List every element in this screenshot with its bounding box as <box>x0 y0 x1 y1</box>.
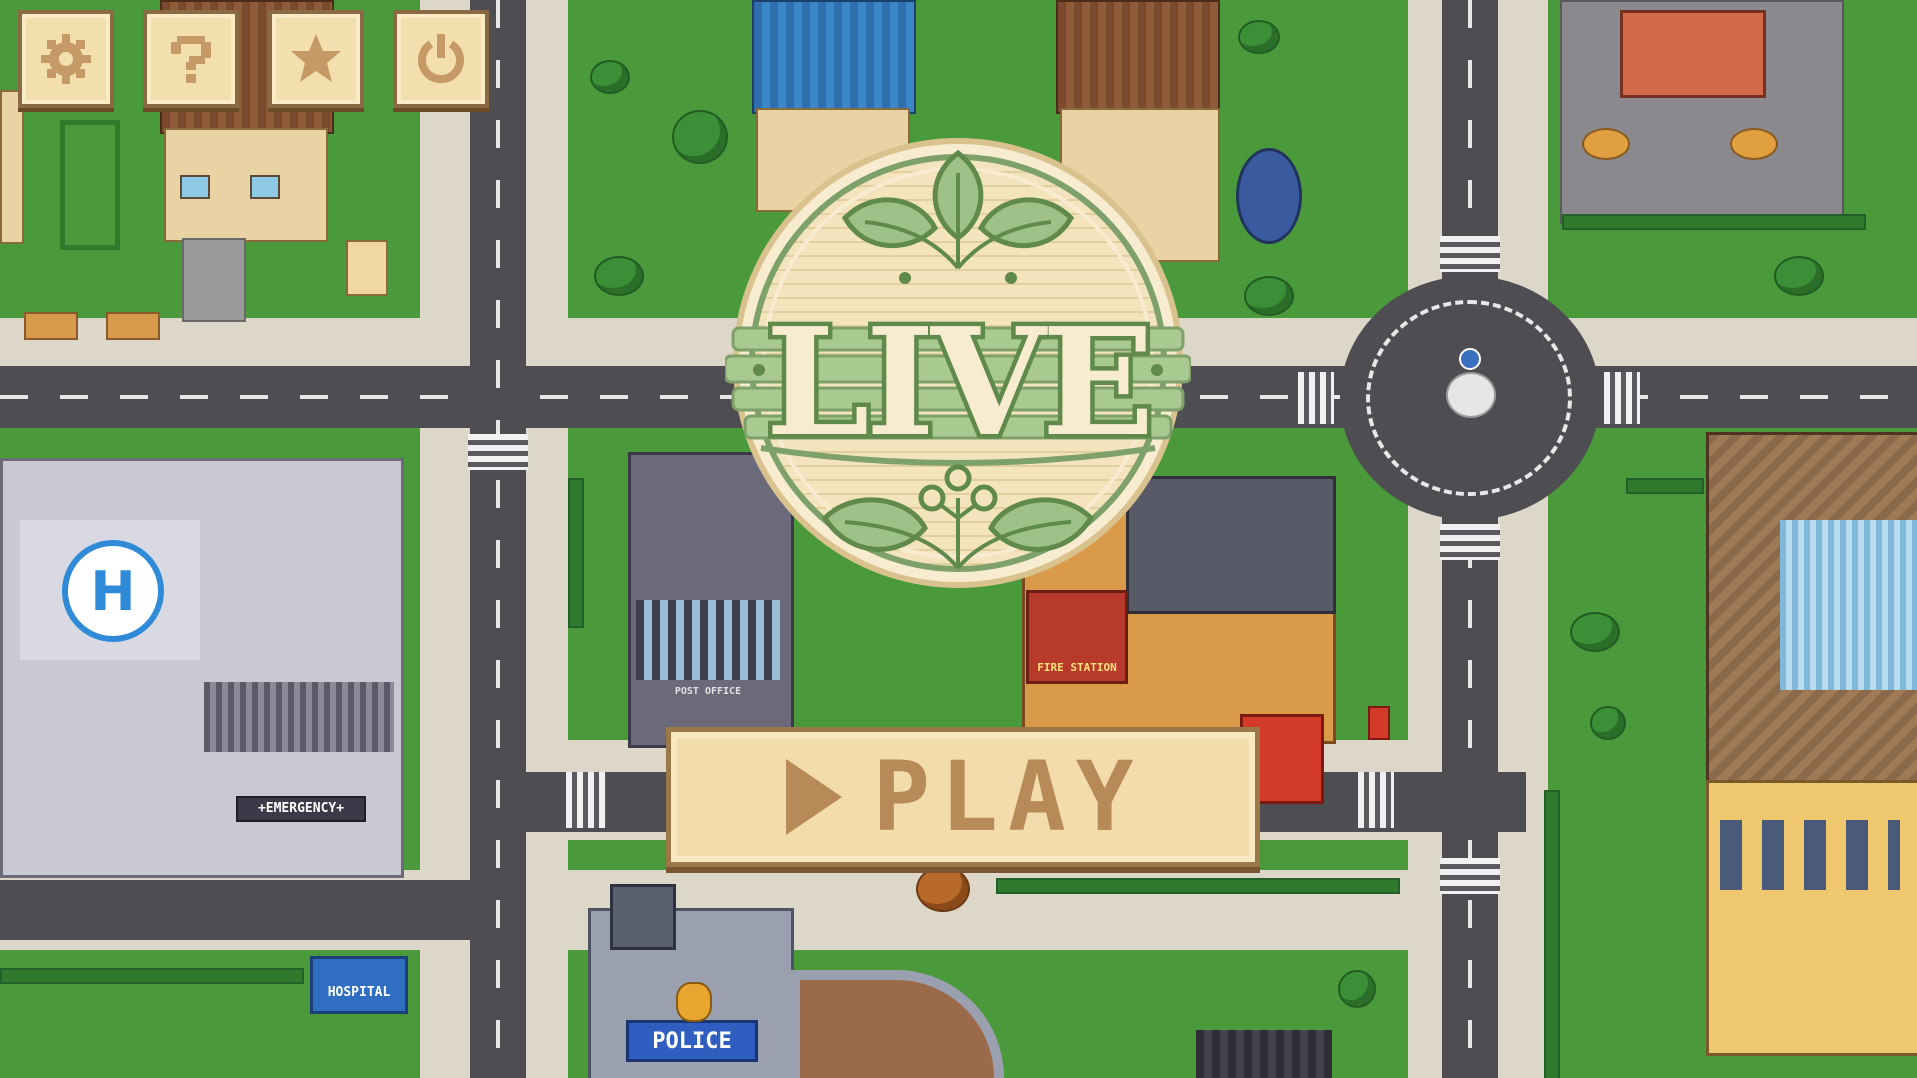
roundabout-center <box>1446 372 1496 418</box>
bush <box>1244 276 1294 316</box>
bush <box>1338 970 1376 1008</box>
crosswalk <box>1440 236 1500 272</box>
emergency-sign-label: +EMERGENCY+ <box>257 801 345 816</box>
road-bottom-left <box>0 880 470 940</box>
bush <box>1774 256 1824 296</box>
post-office-windows <box>636 600 780 680</box>
cafe-table <box>1730 128 1778 160</box>
bush <box>590 60 630 94</box>
mansion-windows <box>1720 820 1900 890</box>
crosswalk <box>1440 858 1500 894</box>
play-button[interactable]: PLAY <box>666 727 1260 867</box>
bush <box>1238 20 1280 54</box>
help-button[interactable] <box>143 10 239 108</box>
shop <box>1620 10 1766 98</box>
window <box>180 175 210 199</box>
crosswalk <box>1298 372 1334 424</box>
star-icon <box>291 34 341 82</box>
lemonade-stand <box>346 240 388 296</box>
bench <box>106 312 160 340</box>
play-icon <box>786 759 843 835</box>
hedge <box>1544 790 1560 1078</box>
police-sign: POLICE <box>626 1020 758 1062</box>
question-mark-icon <box>171 36 211 83</box>
garden-bed <box>60 120 120 250</box>
bush <box>1570 612 1620 652</box>
mansion-skylight <box>1780 520 1917 690</box>
cafe-table <box>1582 128 1630 160</box>
helipad-label: H <box>90 559 136 623</box>
quit-button[interactable] <box>393 10 489 108</box>
roundabout-sign-icon <box>1459 348 1481 370</box>
hospital-sign-label: HOSPITAL <box>327 985 391 1000</box>
hedge <box>568 478 584 628</box>
hedge <box>996 878 1400 894</box>
crosswalk <box>566 772 606 828</box>
house-roof <box>752 0 916 114</box>
settings-button[interactable] <box>18 10 114 108</box>
police-tower <box>610 884 676 950</box>
hedge <box>0 968 304 984</box>
power-icon <box>418 34 464 84</box>
bench <box>24 312 78 340</box>
house-edge <box>0 90 24 244</box>
game-logo: LIVE <box>723 118 1193 608</box>
house-roof <box>1056 0 1220 114</box>
autumn-tree <box>916 866 970 912</box>
logo-title: LIVE <box>766 295 1151 469</box>
fire-hydrant <box>1368 706 1390 740</box>
hedge <box>1562 214 1866 230</box>
trampoline <box>1236 148 1302 244</box>
fire-station-sign-label: FIRE STATION <box>1037 661 1117 674</box>
lane-marking <box>496 0 500 1078</box>
crosswalk <box>1604 372 1640 424</box>
emergency-sign: +EMERGENCY+ <box>236 796 366 822</box>
gear-icon <box>41 34 91 84</box>
play-button-label: PLAY <box>872 741 1144 853</box>
hedge <box>1626 478 1704 494</box>
police-badge-icon <box>676 982 712 1022</box>
bush <box>1590 706 1626 740</box>
helipad: H <box>62 540 164 642</box>
police-sign-label: POLICE <box>652 1029 732 1054</box>
game-scene: H +EMERGENCY+ HOSPITAL POST OFFICE FIRE … <box>0 0 1917 1078</box>
solar-panel <box>1196 1030 1332 1078</box>
hospital-vent <box>204 682 394 752</box>
bush <box>594 256 644 296</box>
stone-path <box>182 238 246 322</box>
crosswalk <box>468 434 528 470</box>
crosswalk <box>1440 524 1500 560</box>
window <box>250 175 280 199</box>
tree <box>672 110 728 164</box>
crosswalk <box>1358 772 1394 828</box>
post-office-sign: POST OFFICE <box>674 686 742 697</box>
hospital-sign: HOSPITAL <box>310 956 408 1014</box>
favorites-button[interactable] <box>268 10 364 108</box>
